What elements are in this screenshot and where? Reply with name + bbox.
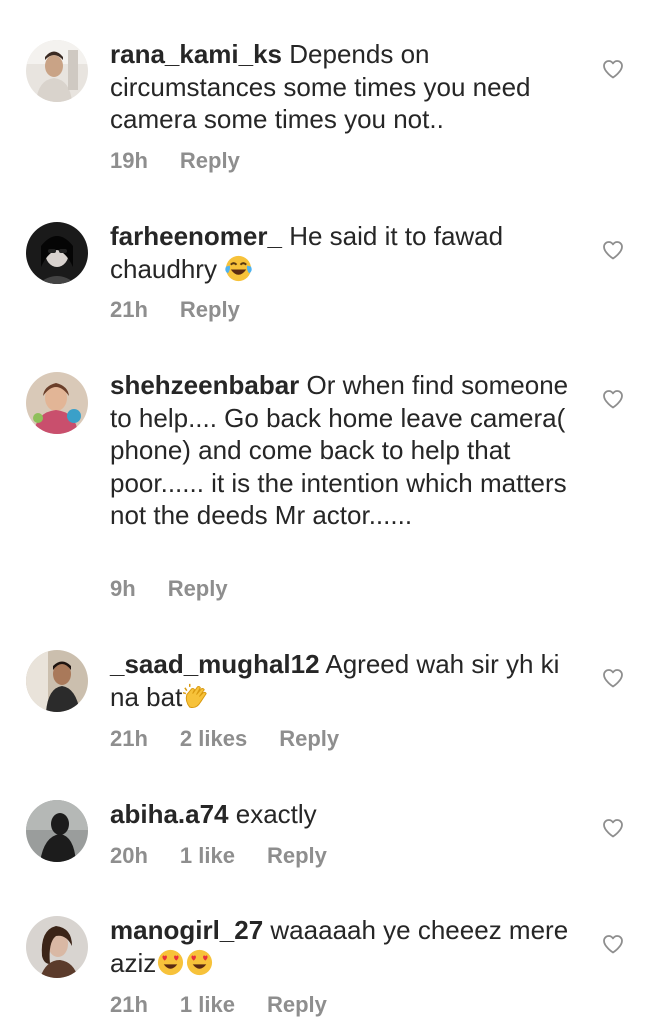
- like-button[interactable]: [601, 387, 625, 411]
- heart-outline-icon: [603, 241, 623, 260]
- heart-outline-icon: [603, 60, 623, 79]
- heart-outline-icon: [603, 819, 623, 838]
- clapping-hands-icon: [182, 682, 211, 711]
- heart-outline-icon: [603, 669, 623, 688]
- reply-button[interactable]: Reply: [180, 297, 240, 323]
- reply-button[interactable]: Reply: [279, 726, 339, 752]
- comment-username[interactable]: shehzeenbabar: [110, 370, 299, 400]
- like-button[interactable]: [601, 816, 625, 840]
- comment-text: farheenomer_ He said it to fawad chaudhr…: [110, 220, 586, 285]
- avatar[interactable]: [26, 650, 88, 712]
- avatar-photo-woman-icon: [26, 222, 88, 284]
- avatar-photo-man-icon: [26, 40, 88, 102]
- avatar[interactable]: [26, 222, 88, 284]
- avatar[interactable]: [26, 800, 88, 862]
- comment-username[interactable]: rana_kami_ks: [110, 39, 282, 69]
- avatar[interactable]: [26, 40, 88, 102]
- reply-button[interactable]: Reply: [168, 576, 228, 602]
- heart-outline-icon: [603, 390, 623, 409]
- comment-time: 21h: [110, 992, 148, 1017]
- comment-time: 20h: [110, 843, 148, 868]
- comment-text: _saad_mughal12 Agreed wah sir yh ki na b…: [110, 648, 586, 713]
- reply-button[interactable]: Reply: [267, 992, 327, 1018]
- avatar-photo-man-icon: [26, 650, 88, 712]
- comment-meta: 21h Reply: [110, 297, 272, 323]
- like-button[interactable]: [601, 238, 625, 262]
- avatar[interactable]: [26, 916, 88, 978]
- reply-button[interactable]: Reply: [180, 148, 240, 174]
- comment-username[interactable]: farheenomer_: [110, 221, 282, 251]
- likes-count[interactable]: 2 likes: [180, 726, 247, 752]
- comment-meta: 20h 1 like Reply: [110, 843, 359, 869]
- comment-text: rana_kami_ks Depends on circumstances so…: [110, 38, 586, 136]
- comment-time: 9h: [110, 576, 136, 601]
- avatar-silhouette-icon: [26, 800, 88, 862]
- likes-count[interactable]: 1 like: [180, 992, 235, 1018]
- avatar-photo-woman-icon: [26, 916, 88, 978]
- like-button[interactable]: [601, 57, 625, 81]
- comment-time: 21h: [110, 726, 148, 751]
- avatar-photo-woman-icon: [26, 372, 88, 434]
- comment-text: manogirl_27 waaaaah ye cheeez mere aziz: [110, 914, 586, 979]
- heart-eyes-icon: [156, 948, 185, 977]
- like-button[interactable]: [601, 666, 625, 690]
- comment-text: shehzeenbabar Or when find someone to he…: [110, 369, 586, 532]
- avatar[interactable]: [26, 372, 88, 434]
- comment-time: 19h: [110, 148, 148, 173]
- face-with-tears-of-joy-icon: [224, 254, 253, 283]
- comment-meta: 19h Reply: [110, 148, 272, 174]
- comment-body: exactly: [235, 799, 317, 829]
- reply-button[interactable]: Reply: [267, 843, 327, 869]
- comment-time: 21h: [110, 297, 148, 322]
- comment-meta: 21h 2 likes Reply: [110, 726, 371, 752]
- heart-eyes-icon: [185, 948, 214, 977]
- like-button[interactable]: [601, 932, 625, 956]
- comment-meta: 21h 1 like Reply: [110, 992, 359, 1018]
- comment-username[interactable]: abiha.a74: [110, 799, 229, 829]
- comment-username[interactable]: _saad_mughal12: [110, 649, 320, 679]
- likes-count[interactable]: 1 like: [180, 843, 235, 869]
- comment-text: abiha.a74 exactly: [110, 798, 586, 831]
- heart-outline-icon: [603, 935, 623, 954]
- comment-username[interactable]: manogirl_27: [110, 915, 263, 945]
- comment-meta: 9h Reply: [110, 576, 260, 602]
